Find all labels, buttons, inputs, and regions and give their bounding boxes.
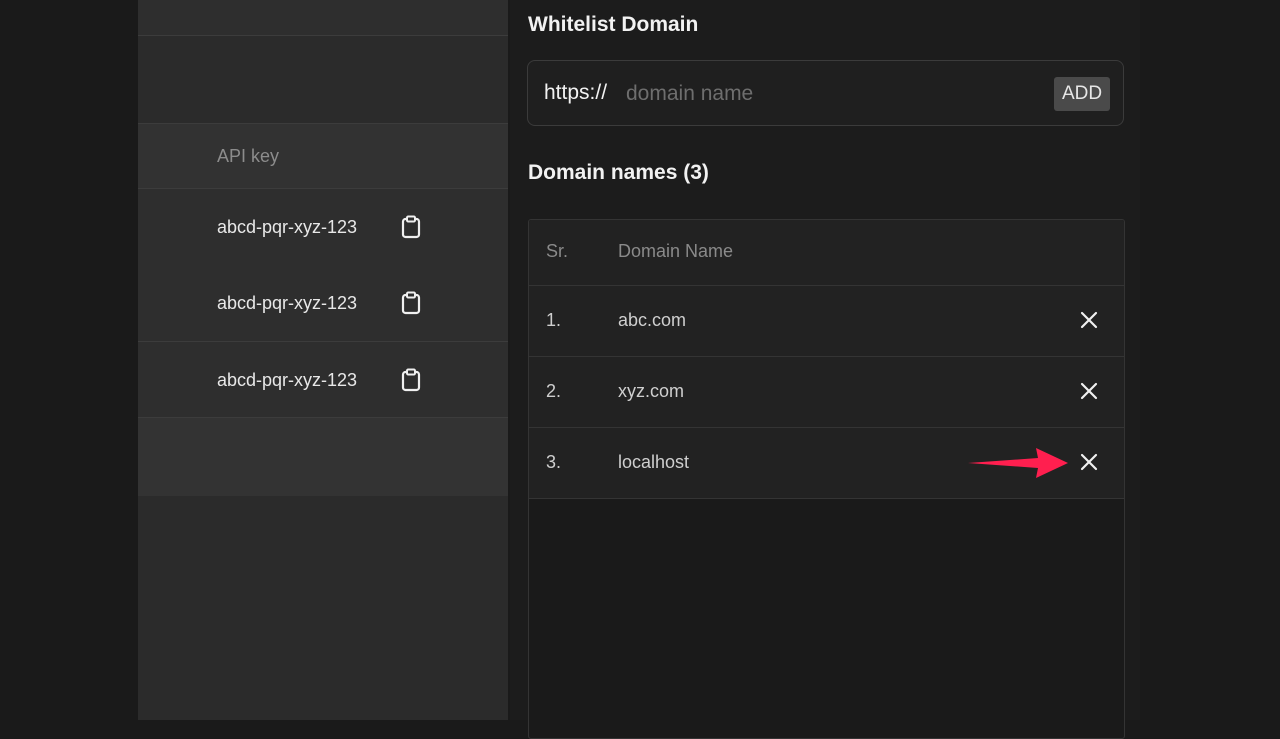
annotation-arrow-icon [968, 446, 1068, 480]
row-domain-name: xyz.com [618, 381, 685, 401]
row-domain-name: abc.com [618, 310, 687, 330]
panel-top-row [138, 0, 508, 36]
api-key-row: abcd-pqr-xyz-123 [217, 368, 422, 392]
row-serial: 2. [546, 381, 562, 401]
sr-column-header: Sr. [546, 241, 569, 261]
panel-footer-row [138, 418, 508, 496]
add-domain-button[interactable]: ADD [1054, 77, 1110, 111]
api-key-header: API key [138, 124, 508, 189]
api-key-row: abcd-pqr-xyz-123 [217, 215, 422, 239]
row-domain-name: localhost [618, 452, 690, 472]
clipboard-icon[interactable] [400, 291, 422, 315]
api-key-value: abcd-pqr-xyz-123 [217, 292, 358, 313]
row-serial: 3. [546, 452, 562, 472]
row-serial: 1. [546, 310, 562, 330]
clipboard-icon[interactable] [400, 368, 422, 392]
api-key-rows-2: abcd-pqr-xyz-123 [138, 342, 508, 418]
whitelist-title: Whitelist Domain [528, 13, 699, 36]
api-key-panel: API key abcd-pqr-xyz-123 abcd-pqr-xyz-12… [138, 0, 508, 720]
close-icon[interactable] [1079, 452, 1099, 472]
table-row: 2. xyz.com [529, 357, 1124, 428]
domain-list-title: Domain names (3) [528, 161, 709, 184]
panel-empty-row [138, 36, 508, 124]
table-header: Sr. Domain Name [529, 220, 1124, 286]
clipboard-icon[interactable] [400, 215, 422, 239]
close-icon[interactable] [1079, 310, 1099, 330]
domain-name-input[interactable] [624, 77, 1048, 111]
table-row: 1. abc.com [529, 286, 1124, 357]
whitelist-panel: Whitelist Domain https:// ADD Domain nam… [510, 0, 1140, 739]
close-icon[interactable] [1079, 381, 1099, 401]
api-key-value: abcd-pqr-xyz-123 [217, 216, 358, 237]
api-key-value: abcd-pqr-xyz-123 [217, 369, 358, 390]
domain-name-column-header: Domain Name [618, 241, 734, 261]
api-key-row: abcd-pqr-xyz-123 [217, 291, 422, 315]
api-key-rows: abcd-pqr-xyz-123 abcd-pqr-xyz-123 [138, 189, 508, 342]
api-key-column-label: API key [217, 146, 280, 166]
domain-input-group: https:// ADD [527, 60, 1124, 126]
url-prefix: https:// [544, 81, 608, 104]
